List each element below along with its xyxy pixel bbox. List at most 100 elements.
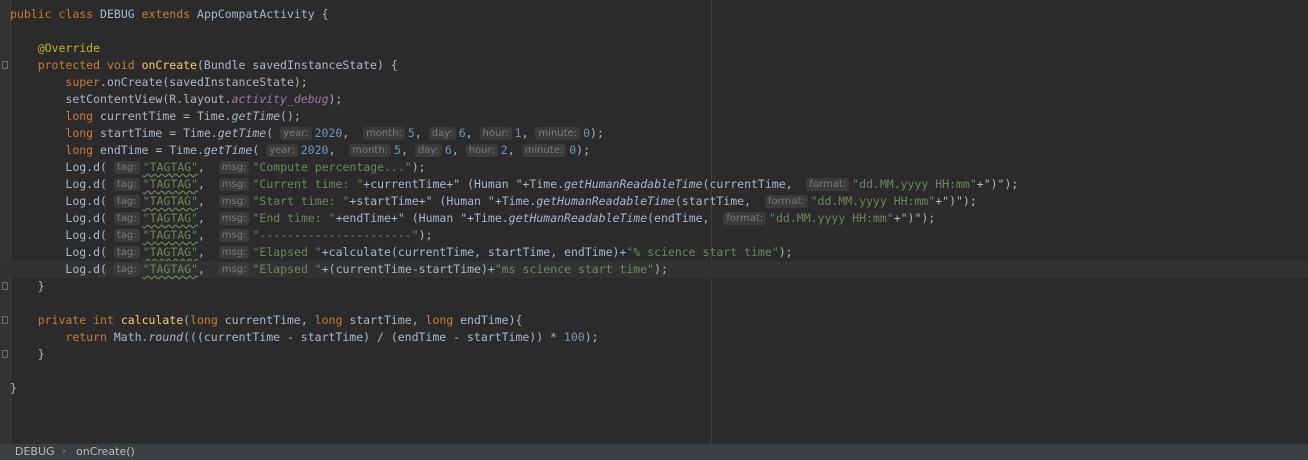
method-human-readable: getHumanReadableTime bbox=[536, 194, 675, 208]
msg-string: "----------------------" bbox=[252, 228, 419, 242]
param-hint-hour: hour: bbox=[479, 127, 512, 140]
msg-string: "Elapsed " bbox=[252, 245, 322, 259]
params: (Bundle savedInstanceState) { bbox=[196, 58, 398, 72]
method-gettime: getTime bbox=[231, 109, 281, 123]
code-text: currentTime, bbox=[217, 313, 315, 327]
code-line-log[interactable]: Log.d( tag: "TAGTAG", msg: "Current time: … bbox=[0, 176, 1308, 193]
set-content-pre: setContentView(R.layout. bbox=[65, 92, 232, 106]
param-hint-msg: msg: bbox=[218, 195, 250, 208]
code-line-return[interactable]: return Math.round(((currentTime - startT… bbox=[0, 329, 1308, 346]
keyword-long: long bbox=[314, 313, 343, 327]
param-hint-minute: minute: bbox=[521, 144, 567, 157]
fold-icon[interactable] bbox=[2, 316, 8, 324]
keyword-long: long bbox=[190, 313, 218, 327]
code-line-super-call[interactable]: super.onCreate(savedInstanceState); bbox=[0, 74, 1308, 91]
tag-string: "TAGTAG" bbox=[142, 262, 199, 276]
code-line-annotation[interactable]: @Override bbox=[0, 40, 1308, 57]
code-text: ); bbox=[590, 126, 604, 140]
code-line-oncreate-signature[interactable]: protected void onCreate(Bundle savedInst… bbox=[0, 57, 1308, 74]
breadcrumb-item-class[interactable]: DEBUG bbox=[15, 444, 55, 460]
code-line-start-time[interactable]: long startTime = Time.getTime( year: 2020… bbox=[0, 125, 1308, 142]
keyword-return: return bbox=[65, 330, 107, 344]
param-hint-day: day: bbox=[428, 127, 456, 140]
log-prefix: Log.d( bbox=[65, 211, 107, 225]
code-text: ); bbox=[418, 228, 433, 242]
fold-icon[interactable] bbox=[2, 282, 8, 290]
keyword-class: class bbox=[58, 7, 94, 21]
code-text: ); bbox=[654, 262, 668, 276]
tag-string: "TAGTAG" bbox=[142, 177, 199, 191]
code-text: +endTime+" (Human "+Time. bbox=[335, 211, 509, 225]
set-content-post: ); bbox=[328, 92, 343, 106]
method-human-readable: getHumanReadableTime bbox=[508, 211, 648, 225]
code-text: (((currentTime - startTime) / (endTime -… bbox=[183, 330, 564, 344]
format-string: "dd.MM.yyyy HH:mm" bbox=[810, 194, 936, 208]
code-line-class-close[interactable]: } bbox=[0, 380, 1308, 397]
code-text: currentTime = Time. bbox=[93, 109, 232, 123]
override-annotation: @Override bbox=[37, 41, 101, 55]
code-line-close-brace[interactable]: } bbox=[0, 346, 1308, 363]
arg-value: 2020 bbox=[300, 143, 329, 157]
format-string: "dd.MM.yyyy HH:mm" bbox=[852, 177, 977, 191]
number-literal: 100 bbox=[563, 330, 585, 344]
code-line-log[interactable]: Log.d( tag: "TAGTAG", msg: "--------------… bbox=[0, 227, 1308, 244]
param-hint-format: format: bbox=[723, 212, 767, 225]
breadcrumb-item-method[interactable]: onCreate() bbox=[76, 444, 135, 460]
msg-suffix-string: "% science start time" bbox=[626, 245, 779, 259]
code-text: +")"); bbox=[935, 194, 977, 208]
code-text: ); bbox=[584, 330, 599, 344]
code-line-current-time[interactable]: long currentTime = Time.getTime(); bbox=[0, 108, 1308, 125]
fold-icon[interactable] bbox=[2, 61, 8, 69]
code-text: +calculate(currentTime, startTime, endTi… bbox=[321, 245, 627, 259]
code-text: (currentTime, bbox=[702, 177, 800, 191]
modifiers: protected void bbox=[37, 58, 135, 72]
code-text: startTime = Time. bbox=[93, 126, 218, 140]
msg-string: "End time: " bbox=[252, 211, 336, 225]
code-line-log[interactable]: Log.d( tag: "TAGTAG", msg: "Start time: "+… bbox=[0, 193, 1308, 210]
code-text: (endTime, bbox=[647, 211, 717, 225]
keyword-long: long bbox=[65, 126, 94, 140]
arg-value: 6 bbox=[444, 143, 452, 157]
param-hint-msg: msg: bbox=[218, 161, 250, 174]
code-editor[interactable]: public class DEBUG extends AppCompatActi… bbox=[0, 0, 1308, 443]
param-hint-minute: minute: bbox=[535, 127, 581, 140]
param-hint-msg: msg: bbox=[218, 212, 250, 225]
method-name: calculate bbox=[120, 313, 184, 327]
code-line-close-brace[interactable]: } bbox=[0, 278, 1308, 295]
log-prefix: Log.d( bbox=[65, 245, 107, 259]
close-brace: } bbox=[37, 279, 45, 293]
layout-field: activity_debug bbox=[231, 92, 329, 106]
param-hint-tag: tag: bbox=[113, 178, 140, 191]
param-hint-month: month: bbox=[363, 127, 405, 140]
code-text: +(currentTime-startTime)+ bbox=[321, 262, 495, 276]
code-line-log-current[interactable]: Log.d( tag: "TAGTAG", msg: "Elapsed "+(cur… bbox=[0, 261, 1308, 278]
code-line-end-time[interactable]: long endTime = Time.getTime( year: 2020, … bbox=[0, 142, 1308, 159]
keyword-super: super bbox=[65, 75, 101, 89]
code-text: (startTime, bbox=[674, 194, 758, 208]
code-line-set-content-view[interactable]: setContentView(R.layout.activity_debug); bbox=[0, 91, 1308, 108]
arg-value: 0 bbox=[583, 126, 591, 140]
code-line-log[interactable]: Log.d( tag: "TAGTAG", msg: "Compute percen… bbox=[0, 159, 1308, 176]
param-hint-tag: tag: bbox=[113, 195, 140, 208]
tag-string: "TAGTAG" bbox=[142, 245, 199, 259]
code-text: ( bbox=[266, 126, 274, 140]
code-line-log[interactable]: Log.d( tag: "TAGTAG", msg: "End time: "+en… bbox=[0, 210, 1308, 227]
param-hint-tag: tag: bbox=[113, 263, 140, 276]
msg-string: "Compute percentage..." bbox=[252, 160, 412, 174]
code-text: +currentTime+" (Human "+Time. bbox=[363, 177, 565, 191]
log-prefix: Log.d( bbox=[65, 194, 107, 208]
code-line-calculate-signature[interactable]: private int calculate(long currentTime, … bbox=[0, 312, 1308, 329]
code-line-log[interactable]: Log.d( tag: "TAGTAG", msg: "Elapsed "+calc… bbox=[0, 244, 1308, 261]
log-prefix: Log.d( bbox=[65, 177, 107, 191]
code-text: ); bbox=[778, 245, 793, 259]
code-text: endTime){ bbox=[453, 313, 523, 327]
msg-string: "Start time: " bbox=[252, 194, 350, 208]
arg-value: 5 bbox=[407, 126, 415, 140]
fold-icon[interactable] bbox=[2, 350, 8, 358]
keyword-long: long bbox=[425, 313, 454, 327]
code-line-class-declaration[interactable]: public class DEBUG extends AppCompatActi… bbox=[0, 6, 1308, 23]
param-hint-msg: msg: bbox=[218, 178, 250, 191]
log-prefix: Log.d( bbox=[65, 228, 107, 242]
arg-value: 1 bbox=[514, 126, 522, 140]
param-hint-msg: msg: bbox=[218, 229, 250, 242]
